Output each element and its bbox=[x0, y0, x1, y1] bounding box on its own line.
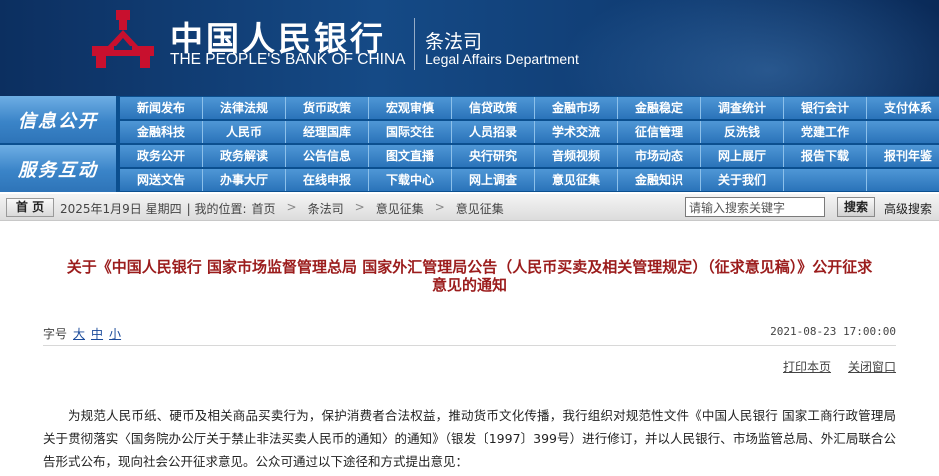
nav-item[interactable]: 宏观审慎 bbox=[369, 97, 452, 119]
search-button[interactable]: 搜索 bbox=[837, 197, 875, 217]
nav-item-empty bbox=[867, 169, 939, 191]
home-button[interactable]: 首 页 bbox=[6, 198, 54, 217]
search-input[interactable] bbox=[685, 197, 825, 217]
nav-item-empty bbox=[867, 121, 939, 143]
breadcrumb-opinion-solicitation[interactable]: 意见征集 bbox=[376, 200, 424, 217]
nav-item[interactable]: 银行会计 bbox=[784, 97, 867, 119]
breadcrumb-legal-dept[interactable]: 条法司 bbox=[308, 200, 344, 217]
nav-item[interactable]: 人民币 bbox=[203, 121, 286, 143]
nav-item[interactable]: 货币政策 bbox=[286, 97, 369, 119]
nav-item[interactable]: 在线申报 bbox=[286, 169, 369, 191]
banner-decoration bbox=[559, 0, 939, 96]
font-size-label: 字号 bbox=[43, 327, 68, 341]
nav-row-2: 金融科技 人民币 经理国库 国际交往 人员招录 学术交流 征信管理 反洗钱 党建… bbox=[120, 121, 939, 143]
nav-section-info-disclosure: 信息公开 bbox=[0, 96, 116, 143]
breadcrumb-home[interactable]: 首页 bbox=[252, 200, 276, 217]
site-banner: 中国人民银行 THE PEOPLE'S BANK OF CHINA 条法司 Le… bbox=[0, 0, 939, 96]
font-size-small-link[interactable]: 小 bbox=[109, 325, 121, 342]
nav-item[interactable]: 关于我们 bbox=[701, 169, 784, 191]
font-size-medium-link[interactable]: 中 bbox=[91, 325, 103, 342]
font-size-control: 字号 大 中 小 bbox=[43, 325, 121, 342]
breadcrumb-separator: > bbox=[354, 200, 365, 214]
nav-item[interactable]: 反洗钱 bbox=[701, 121, 784, 143]
nav-item[interactable]: 金融知识 bbox=[618, 169, 701, 191]
nav-item[interactable]: 市场动态 bbox=[618, 145, 701, 167]
nav-item[interactable]: 音频视频 bbox=[535, 145, 618, 167]
nav-item[interactable]: 金融市场 bbox=[535, 97, 618, 119]
article-title: 关于《中国人民银行 国家市场监督管理总局 国家外汇管理局公告（人民币买卖及相关管… bbox=[0, 258, 939, 294]
breadcrumb: 2025年1月9日 星期四 | 我的位置: 首页 > 条法司 > 意见征集 > … bbox=[60, 200, 504, 217]
nav-item[interactable]: 意见征集 bbox=[535, 169, 618, 191]
nav-item[interactable]: 政务解读 bbox=[203, 145, 286, 167]
breadcrumb-current[interactable]: 意见征集 bbox=[456, 200, 504, 217]
nav-item[interactable]: 法律法规 bbox=[203, 97, 286, 119]
nav-item[interactable]: 报刊年鉴 bbox=[867, 145, 939, 167]
breadcrumb-separator: > bbox=[286, 200, 297, 214]
article-title-line-1: 关于《中国人民银行 国家市场监督管理总局 国家外汇管理局公告（人民币买卖及相关管… bbox=[66, 258, 873, 276]
pboc-emblem-icon bbox=[92, 10, 154, 68]
main-navigation: 信息公开 服务互动 新闻发布 法律法规 货币政策 宏观审慎 信贷政策 金融市场 … bbox=[0, 96, 939, 192]
nav-item[interactable]: 图文直播 bbox=[369, 145, 452, 167]
article-body-paragraph: 为规范人民币纸、硬币及相关商品买卖行为，保护消费者合法权益，推动货币文化传播，我… bbox=[43, 408, 896, 469]
nav-item[interactable]: 金融稳定 bbox=[618, 97, 701, 119]
nav-item[interactable]: 信贷政策 bbox=[452, 97, 535, 119]
nav-item[interactable]: 金融科技 bbox=[120, 121, 203, 143]
nav-item[interactable]: 网上展厅 bbox=[701, 145, 784, 167]
close-window-link[interactable]: 关闭窗口 bbox=[848, 358, 896, 375]
nav-section-service-interaction: 服务互动 bbox=[0, 145, 116, 192]
current-date: 2025年1月9日 星期四 bbox=[60, 202, 182, 216]
nav-item[interactable]: 学术交流 bbox=[535, 121, 618, 143]
nav-item[interactable]: 党建工作 bbox=[784, 121, 867, 143]
nav-item[interactable]: 公告信息 bbox=[286, 145, 369, 167]
location-bar: 首 页 2025年1月9日 星期四 | 我的位置: 首页 > 条法司 > 意见征… bbox=[0, 194, 939, 221]
nav-item[interactable]: 征信管理 bbox=[618, 121, 701, 143]
nav-item[interactable]: 政务公开 bbox=[120, 145, 203, 167]
breadcrumb-separator: > bbox=[434, 200, 445, 214]
nav-item[interactable]: 支付体系 bbox=[867, 97, 939, 119]
nav-item[interactable]: 网上调查 bbox=[452, 169, 535, 191]
department-name-en: Legal Affairs Department bbox=[425, 51, 579, 67]
nav-item-empty bbox=[784, 169, 867, 191]
publish-date: 2021-08-23 17:00:00 bbox=[770, 325, 896, 338]
article-title-line-2: 意见的通知 bbox=[431, 276, 507, 294]
font-size-large-link[interactable]: 大 bbox=[73, 325, 85, 342]
nav-item[interactable]: 报告下载 bbox=[784, 145, 867, 167]
nav-item[interactable]: 经理国库 bbox=[286, 121, 369, 143]
nav-item[interactable]: 人员招录 bbox=[452, 121, 535, 143]
department-name-cn: 条法司 bbox=[425, 31, 483, 53]
nav-row-3: 政务公开 政务解读 公告信息 图文直播 央行研究 音频视频 市场动态 网上展厅 … bbox=[120, 145, 939, 167]
nav-item[interactable]: 央行研究 bbox=[452, 145, 535, 167]
advanced-search-link[interactable]: 高级搜索 bbox=[884, 200, 932, 217]
nav-row-1: 新闻发布 法律法规 货币政策 宏观审慎 信贷政策 金融市场 金融稳定 调查统计 … bbox=[120, 97, 939, 119]
nav-item[interactable]: 调查统计 bbox=[701, 97, 784, 119]
print-page-link[interactable]: 打印本页 bbox=[783, 358, 831, 375]
nav-item[interactable]: 办事大厅 bbox=[203, 169, 286, 191]
department-divider bbox=[414, 18, 415, 70]
nav-item[interactable]: 国际交往 bbox=[369, 121, 452, 143]
nav-item[interactable]: 下载中心 bbox=[369, 169, 452, 191]
article-divider bbox=[43, 345, 896, 346]
bank-name-en: THE PEOPLE'S BANK OF CHINA bbox=[170, 51, 406, 68]
nav-item[interactable]: 新闻发布 bbox=[120, 97, 203, 119]
location-prefix: | 我的位置: bbox=[186, 202, 247, 216]
nav-item[interactable]: 网送文告 bbox=[120, 169, 203, 191]
nav-row-4: 网送文告 办事大厅 在线申报 下载中心 网上调查 意见征集 金融知识 关于我们 bbox=[120, 169, 939, 191]
